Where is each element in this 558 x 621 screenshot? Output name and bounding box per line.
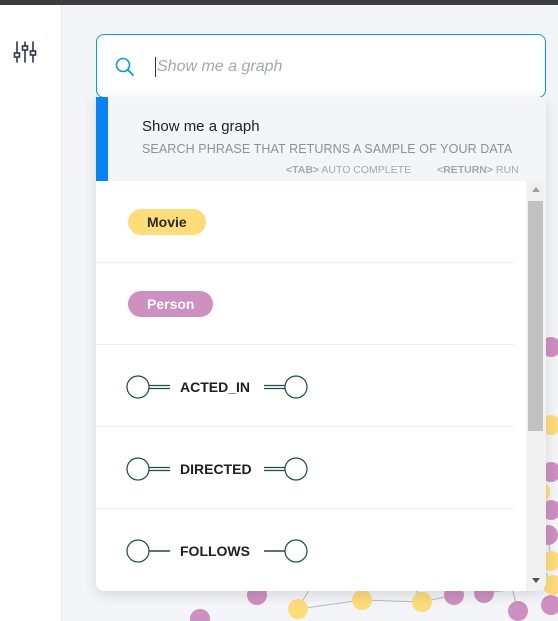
graph-node[interactable] bbox=[412, 592, 432, 612]
hint-return-run: <RETURN> RUN bbox=[437, 164, 519, 176]
graph-node[interactable] bbox=[190, 609, 210, 621]
graph-node[interactable] bbox=[352, 590, 372, 610]
selection-accent-bar bbox=[96, 97, 108, 181]
autocomplete-dropdown: Show me a graph SEARCH PHRASE THAT RETUR… bbox=[96, 97, 546, 591]
list-item-rel-acted-in[interactable]: ACTED_IN bbox=[96, 345, 514, 427]
dropdown-scrollbar[interactable] bbox=[526, 181, 546, 591]
relationship-label: FOLLOWS bbox=[180, 543, 250, 559]
label-pill-person: Person bbox=[128, 291, 214, 317]
relationship-label: DIRECTED bbox=[180, 461, 252, 477]
suggestion-description: SEARCH PHRASE THAT RETURNS A SAMPLE OF Y… bbox=[142, 142, 513, 156]
list-item-label-person[interactable]: Person bbox=[96, 263, 514, 345]
graph-node[interactable] bbox=[288, 599, 308, 619]
hint-return-key: <RETURN> bbox=[437, 164, 494, 176]
hint-tab-text: AUTO COMPLETE bbox=[319, 164, 412, 176]
hint-tab-autocomplete: <TAB> AUTO COMPLETE bbox=[286, 164, 411, 176]
scroll-up-arrow-icon[interactable] bbox=[532, 187, 540, 192]
suggestion-title: Show me a graph bbox=[142, 118, 260, 135]
relationship-icon-acted-in: ACTED_IN bbox=[126, 375, 308, 399]
scrollbar-thumb[interactable] bbox=[528, 201, 543, 431]
sidebar bbox=[0, 5, 62, 621]
text-caret bbox=[155, 57, 156, 77]
relationship-label: ACTED_IN bbox=[180, 379, 250, 395]
graph-node[interactable] bbox=[541, 595, 558, 615]
hint-return-text: RUN bbox=[493, 164, 519, 176]
list-item-label-movie[interactable]: Movie bbox=[96, 181, 514, 263]
relationship-icon-follows: FOLLOWS bbox=[126, 539, 308, 563]
relationship-icon-directed: DIRECTED bbox=[126, 457, 308, 481]
search-bar[interactable] bbox=[96, 34, 546, 98]
magnifier-icon bbox=[115, 57, 134, 76]
suggestion-show-me-a-graph[interactable]: Show me a graph SEARCH PHRASE THAT RETUR… bbox=[96, 97, 546, 181]
hint-tab-key: <TAB> bbox=[286, 164, 320, 176]
list-item-rel-follows[interactable]: FOLLOWS bbox=[96, 509, 514, 591]
graph-node[interactable] bbox=[508, 601, 528, 621]
scroll-down-arrow-icon[interactable] bbox=[532, 578, 540, 583]
sliders-icon[interactable] bbox=[12, 39, 38, 65]
list-item-rel-directed[interactable]: DIRECTED bbox=[96, 427, 514, 509]
search-input[interactable] bbox=[157, 53, 527, 81]
schema-list: Movie Person ACTED_IN DIRECTED FOLLOWS bbox=[96, 181, 526, 591]
label-pill-movie: Movie bbox=[128, 209, 206, 235]
